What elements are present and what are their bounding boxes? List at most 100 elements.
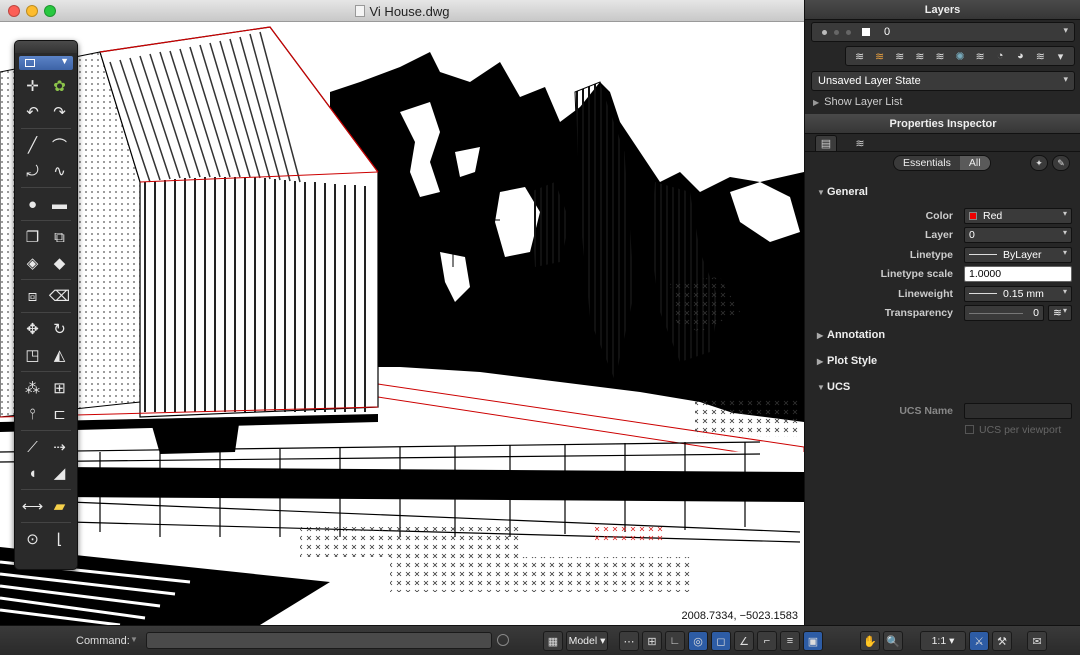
- chevron-updown-icon: ▾: [1063, 74, 1068, 84]
- offset-tool-icon[interactable]: ⊏: [49, 403, 71, 425]
- house-louvers: [99, 26, 379, 418]
- pan-hand-icon[interactable]: ✋: [860, 631, 880, 651]
- undo-icon[interactable]: ↶: [22, 101, 44, 123]
- fillet-tool-icon[interactable]: ◖: [22, 462, 44, 484]
- rectangle-tool-icon[interactable]: ▬: [49, 193, 71, 215]
- command-input[interactable]: [146, 632, 492, 649]
- group-tool-icon[interactable]: ⧈: [22, 285, 44, 307]
- layout-grid-icon[interactable]: ▦: [543, 631, 563, 651]
- layer-isolate-icon[interactable]: ≋: [890, 48, 909, 64]
- leader-tool-icon[interactable]: ▰: [49, 495, 71, 517]
- redo-icon[interactable]: ↷: [49, 101, 71, 123]
- layer-dropdown[interactable]: 0 ▾: [964, 227, 1072, 243]
- stretch-tool-icon[interactable]: ◭: [49, 344, 71, 366]
- extend-tool-icon[interactable]: ⇢: [49, 436, 71, 458]
- array-tool-icon[interactable]: ⊞: [49, 377, 71, 399]
- measure-tool-icon[interactable]: ⊙: [22, 528, 44, 550]
- grid-display-icon[interactable]: ⊞: [642, 631, 662, 651]
- selection-mode-dropdown[interactable]: ▼: [19, 56, 73, 70]
- block-tool-icon[interactable]: ❐: [22, 226, 44, 248]
- polar-tracking-icon[interactable]: ◎: [688, 631, 708, 651]
- circle-tool-icon[interactable]: ●: [22, 193, 44, 215]
- layer-label: Layer: [924, 229, 953, 241]
- layer-freeze-icon: [834, 30, 839, 35]
- tool-palette[interactable]: ▼ ✛ ✿ ↶ ↷ ╱ ⌒ ⤾ ∿ ● ▬ ❐ ⧉ ◈ ◆ ⧈ ⌫ ✥ ↻ ◳ ◭ ⁂ ⊞ ⫯ ⊏ ⟋ ⇢…: [14, 40, 78, 570]
- properties-filter-segment: Essentials All: [893, 155, 991, 171]
- transparency-byblock-dropdown[interactable]: ≋ ▾: [1048, 305, 1072, 321]
- scale-tool-icon[interactable]: ◳: [22, 344, 44, 366]
- auto-scale-icon[interactable]: ⚒: [992, 631, 1012, 651]
- new-layer-icon[interactable]: ≋: [850, 48, 869, 64]
- lineweight-dropdown[interactable]: 0.15 mm ▾: [964, 286, 1072, 302]
- tab-layers[interactable]: ≋: [849, 135, 871, 151]
- section-plot-style[interactable]: ▶ Plot Style: [817, 355, 877, 367]
- transparency-display-icon[interactable]: ▣: [803, 631, 823, 651]
- object-snap-icon[interactable]: ◻: [711, 631, 731, 651]
- layer-thaw-icon[interactable]: ✺: [950, 48, 969, 64]
- polyline-tool-icon[interactable]: ⤾: [22, 160, 44, 182]
- drawing-canvas[interactable]: 2008.7334, −5023.1583: [0, 22, 804, 625]
- spline-tool-icon[interactable]: ∿: [49, 160, 71, 182]
- layer-menu-icon[interactable]: ▾: [1051, 48, 1070, 64]
- layer-state-dropdown[interactable]: Unsaved Layer State ▾: [811, 71, 1075, 91]
- hatch-tool-icon[interactable]: ◈: [22, 252, 44, 274]
- dynamic-input-icon[interactable]: ⌐: [757, 631, 777, 651]
- layer-off-icon[interactable]: ≋: [971, 48, 990, 64]
- fill-tool-icon[interactable]: ◆: [49, 252, 71, 274]
- notifications-icon[interactable]: ✉: [1027, 631, 1047, 651]
- zoom-icon[interactable]: 🔍: [883, 631, 903, 651]
- insert-tool-icon[interactable]: ⧉: [49, 226, 71, 248]
- layers-panel-title: Layers: [805, 0, 1080, 20]
- layer-properties-icon[interactable]: ≋: [870, 48, 889, 64]
- current-layer-dropdown[interactable]: 0 ▾: [811, 22, 1075, 42]
- command-clear-icon[interactable]: [497, 634, 509, 646]
- chamfer-tool-icon[interactable]: ◢: [49, 462, 71, 484]
- move-tool-icon[interactable]: ✥: [22, 318, 44, 340]
- model-space-dropdown[interactable]: Model ▾: [566, 631, 608, 651]
- transparency-slider-field[interactable]: 0: [964, 305, 1044, 321]
- linetype-dropdown[interactable]: ByLayer ▾: [964, 247, 1072, 263]
- section-annotation[interactable]: ▶ Annotation: [817, 329, 885, 341]
- ortho-mode-icon[interactable]: ∟: [665, 631, 685, 651]
- tab-properties[interactable]: ▤: [815, 135, 837, 151]
- quick-select-icon[interactable]: ✦: [1030, 155, 1048, 171]
- layer-unisolate-icon[interactable]: ≋: [910, 48, 929, 64]
- command-history-chevron-icon[interactable]: ▼: [130, 635, 138, 644]
- tool-separator: [21, 371, 71, 372]
- trim-tool-icon[interactable]: ⟋: [22, 436, 44, 458]
- layer-delete-icon[interactable]: ≋: [1031, 48, 1050, 64]
- arc-tool-icon[interactable]: ⌒: [49, 134, 71, 156]
- chevron-updown-icon: ▾: [1062, 306, 1067, 315]
- transparency-slider-track[interactable]: [969, 313, 1023, 314]
- point-tool-icon[interactable]: ✛: [22, 75, 44, 97]
- section-ucs[interactable]: ▼ UCS: [817, 381, 850, 393]
- section-general[interactable]: ▼ General: [817, 186, 868, 198]
- layer-unlock-icon[interactable]: ◕: [1011, 48, 1030, 64]
- mirror-tool-icon[interactable]: ⫯: [22, 403, 44, 425]
- show-layer-list-toggle[interactable]: ▶ Show Layer List: [813, 96, 902, 108]
- tool-palette-grip[interactable]: [15, 41, 77, 53]
- layer-value: 0: [969, 229, 975, 241]
- layer-lock-tool-icon[interactable]: ◔: [991, 48, 1010, 64]
- snap-mode-icon[interactable]: ⋯: [619, 631, 639, 651]
- line-tool-icon[interactable]: ╱: [22, 134, 44, 156]
- pick-object-icon[interactable]: ✎: [1052, 155, 1070, 171]
- annotation-scale-dropdown[interactable]: 1:1 ▾: [920, 631, 966, 651]
- ucs-tool-icon[interactable]: ⌊: [49, 528, 71, 550]
- dimension-tool-icon[interactable]: ⟷: [22, 495, 44, 517]
- copy-tool-icon[interactable]: ⁂: [22, 377, 44, 399]
- layer-freeze-tool-icon[interactable]: ≋: [930, 48, 949, 64]
- layer-visible-icon: [822, 30, 827, 35]
- eraser-icon[interactable]: ⌫: [49, 285, 71, 307]
- paint-tool-icon[interactable]: ✿: [49, 75, 71, 97]
- linetype-value: ByLayer: [1003, 249, 1042, 261]
- lineweight-display-icon[interactable]: ≡: [780, 631, 800, 651]
- snap-tracking-icon[interactable]: ∠: [734, 631, 754, 651]
- disclosure-closed-icon: ▶: [817, 357, 824, 366]
- linetype-scale-input[interactable]: 1.0000: [964, 266, 1072, 282]
- essentials-segment[interactable]: Essentials: [894, 156, 960, 170]
- all-segment[interactable]: All: [959, 156, 990, 170]
- annotation-visibility-icon[interactable]: ⚔: [969, 631, 989, 651]
- color-dropdown[interactable]: Red ▾: [964, 208, 1072, 224]
- rotate-tool-icon[interactable]: ↻: [49, 318, 71, 340]
